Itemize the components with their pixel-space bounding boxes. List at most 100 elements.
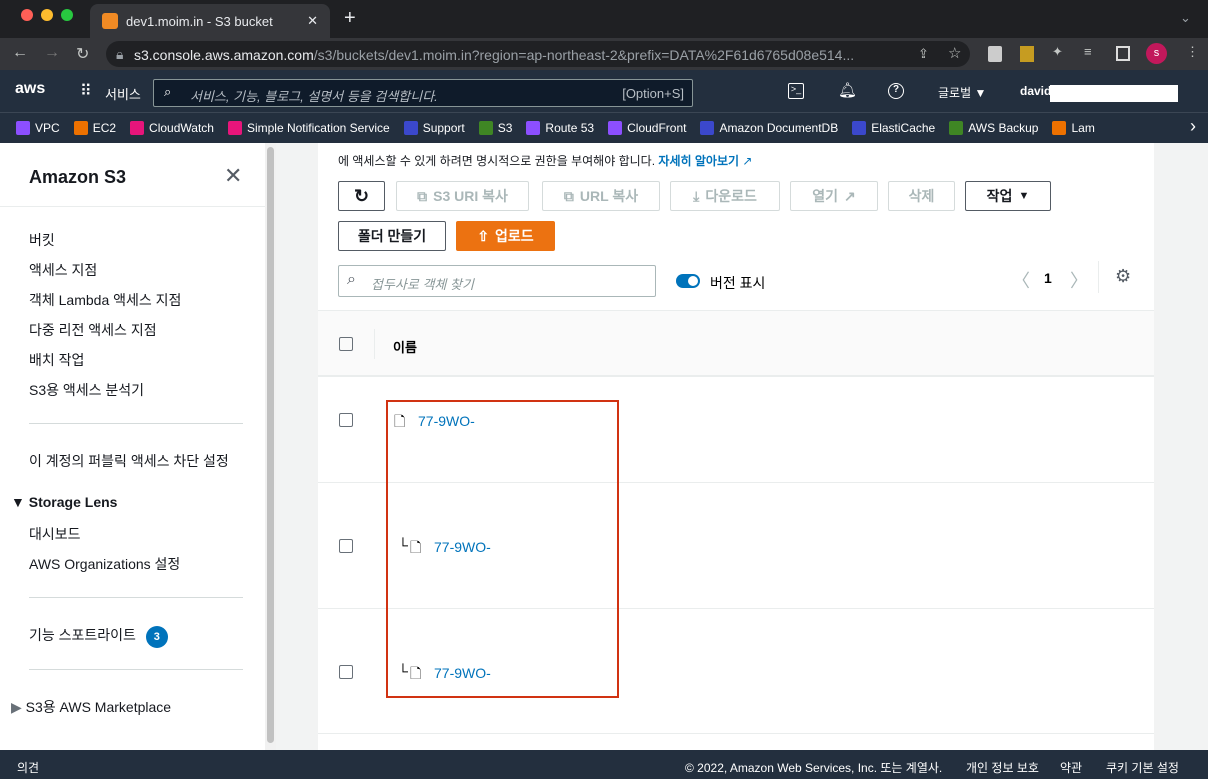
bookmark-star-icon[interactable]: ☆ [948, 44, 961, 62]
settings-gear-icon[interactable]: ⚙ [1115, 266, 1131, 287]
search-icon: ⌕ [164, 84, 172, 99]
copy-s3-uri-button[interactable]: ⧉ S3 URI 복사 [396, 181, 529, 211]
copyright: © 2022, Amazon Web Services, Inc. 또는 계열사… [685, 761, 943, 775]
feedback-link[interactable]: 의견 [17, 759, 39, 776]
learn-more-link[interactable]: 자세히 알아보기 [658, 154, 739, 168]
extension-icon[interactable] [1020, 46, 1034, 62]
minimize-window-button[interactable] [41, 9, 53, 21]
services-menu[interactable]: 서비스 [105, 84, 141, 103]
side-panel-icon[interactable] [1116, 46, 1130, 61]
copy-url-button[interactable]: ⧉ URL 복사 [542, 181, 660, 211]
sidebar-item-access-analyzer[interactable]: S3용 액세스 분석기 [29, 380, 144, 400]
account-menu[interactable]: david [1020, 84, 1051, 98]
sidebar-item-dashboards[interactable]: 대시보드 [29, 524, 81, 544]
divider [29, 669, 243, 670]
create-folder-button[interactable]: 폴더 만들기 [338, 221, 446, 251]
page-number[interactable]: 1 [1044, 270, 1052, 286]
show-versions-toggle[interactable] [676, 274, 700, 288]
show-versions-label: 버전 표시 [710, 275, 766, 291]
previous-page-icon[interactable]: 〈 [1012, 267, 1030, 293]
close-tab-icon[interactable]: ✕ [307, 13, 318, 29]
refresh-button[interactable]: ↻ [338, 181, 385, 211]
bookmark-vpc[interactable]: VPC [16, 121, 60, 135]
prefix-search-input[interactable]: ⌕ 접두사로 객체 찾기 [338, 265, 656, 297]
sidebar-item-access-points[interactable]: 액세스 지점 [29, 260, 97, 280]
notifications-bell-icon[interactable]: 🔔︎ [838, 81, 857, 99]
delete-button[interactable]: 삭제 [888, 181, 955, 211]
back-icon[interactable]: ← [12, 44, 28, 62]
sidebar-title: Amazon S3 [29, 167, 127, 187]
column-header-name[interactable]: 이름 [393, 337, 417, 356]
caret-right-icon: ▶ [11, 699, 26, 715]
cookie-preferences-link[interactable]: 쿠키 기본 설정 [1106, 759, 1179, 776]
sidebar-item-organizations[interactable]: AWS Organizations 설정 [29, 554, 180, 574]
reading-list-icon[interactable]: ≡ [1084, 44, 1092, 59]
caret-down-icon: ▼ [1018, 190, 1030, 202]
global-search-input[interactable]: ⌕ 서비스, 기능, 블로그, 설명서 등을 검색합니다. [Option+S] [153, 79, 693, 107]
notice-text: 에 액세스할 수 있게 하려면 명시적으로 권한을 부여해야 합니다. 자세히 … [338, 154, 753, 168]
row-checkbox[interactable] [339, 665, 353, 679]
bookmarks-bar: VPC EC2 CloudWatch Simple Notification Serv… [0, 112, 1208, 143]
select-all-checkbox[interactable] [339, 337, 353, 351]
services-grid-icon[interactable]: ⠿ [80, 81, 92, 101]
download-button[interactable]: ⤓ 다운로드 [670, 181, 780, 211]
row-checkbox[interactable] [339, 539, 353, 553]
terms-link[interactable]: 약관 [1060, 759, 1082, 776]
table-header: 이름 [318, 310, 1154, 376]
extensions-puzzle-icon[interactable]: ✦ [1052, 44, 1063, 60]
bookmark-route-53[interactable]: Route 53 [526, 121, 594, 135]
menu-kebab-icon[interactable]: ⋮ [1186, 44, 1199, 60]
bookmark-cloudfront[interactable]: CloudFront [608, 121, 686, 135]
bookmark-s3[interactable]: S3 [478, 121, 512, 135]
bookmark-elasticache[interactable]: ElastiCache [852, 121, 935, 135]
reload-icon[interactable]: ↻ [76, 44, 89, 64]
help-icon[interactable]: ? [888, 83, 904, 99]
bookmark-aws-backup[interactable]: AWS Backup [949, 121, 1038, 135]
bookmark-amazon-documentdb[interactable]: Amazon DocumentDB [700, 121, 838, 135]
service-icon [700, 121, 715, 135]
bookmark-support[interactable]: Support [403, 121, 465, 135]
sidebar-scrollbar[interactable] [265, 143, 276, 750]
aws-favicon-icon [102, 13, 118, 29]
sidebar-item-block-public-access[interactable]: 이 계정의 퍼블릭 액세스 차단 설정 [29, 451, 229, 471]
sidebar-item-buckets[interactable]: 버킷 [29, 230, 55, 250]
bookmark-ec2[interactable]: EC2 [73, 121, 116, 135]
sidebar-item-marketplace[interactable]: ▶ S3용 AWS Marketplace [11, 697, 171, 717]
profile-avatar[interactable]: s [1146, 43, 1167, 64]
sidebar-item-multi-region[interactable]: 다중 리전 액세스 지점 [29, 320, 157, 340]
close-window-button[interactable] [21, 9, 33, 21]
tab-search-icon[interactable]: ⌄ [1180, 10, 1191, 26]
bookmark-lam[interactable]: Lam [1052, 121, 1095, 135]
sidebar-item-batch[interactable]: 배치 작업 [29, 350, 84, 370]
service-icon [852, 121, 867, 135]
close-sidebar-icon[interactable]: ✕ [224, 163, 242, 189]
service-icon [1052, 121, 1067, 135]
sidebar-item-spotlight[interactable]: 기능 스포트라이트 3 [29, 625, 168, 648]
bookmark-cloudwatch[interactable]: CloudWatch [130, 121, 214, 135]
url-input[interactable]: 🔒︎ s3.console.aws.amazon.com/s3/buckets/d… [106, 41, 970, 67]
extension-icon[interactable] [988, 46, 1002, 62]
service-icon [526, 121, 541, 135]
aws-top-nav: aws ⠿ 서비스 ⌕ 서비스, 기능, 블로그, 설명서 등을 검색합니다. [O… [0, 70, 1208, 112]
open-button[interactable]: 열기 ↗ [790, 181, 878, 211]
region-selector[interactable]: 글로벌 ▼ [938, 84, 986, 101]
bookmark-simple-notification-service[interactable]: Simple Notification Service [227, 121, 390, 135]
new-tab-button[interactable]: + [344, 7, 356, 30]
browser-tab[interactable]: dev1.moim.in - S3 bucket ✕ [90, 4, 330, 38]
maximize-window-button[interactable] [61, 9, 73, 21]
privacy-link[interactable]: 개인 정보 보호 [966, 759, 1039, 776]
cloudshell-icon[interactable]: >_ [788, 83, 804, 99]
share-icon[interactable]: ⇪ [918, 46, 929, 62]
actions-dropdown[interactable]: 작업 ▼ [965, 181, 1051, 211]
copy-icon: ⧉ [417, 187, 428, 204]
forward-icon[interactable]: → [44, 44, 60, 62]
aws-logo[interactable]: aws [15, 80, 45, 98]
next-page-icon[interactable]: 〉 [1070, 267, 1088, 293]
scrollbar-thumb[interactable] [267, 147, 274, 743]
more-bookmarks-icon[interactable]: › [1190, 116, 1196, 137]
sidebar-item-lambda-access-points[interactable]: 객체 Lambda 액세스 지점 [29, 290, 181, 310]
row-checkbox[interactable] [339, 413, 353, 427]
upload-button[interactable]: ⇧ 업로드 [456, 221, 555, 251]
download-icon: ⤓ [693, 187, 700, 204]
storage-lens-section[interactable]: ▼ Storage Lens [11, 494, 117, 510]
